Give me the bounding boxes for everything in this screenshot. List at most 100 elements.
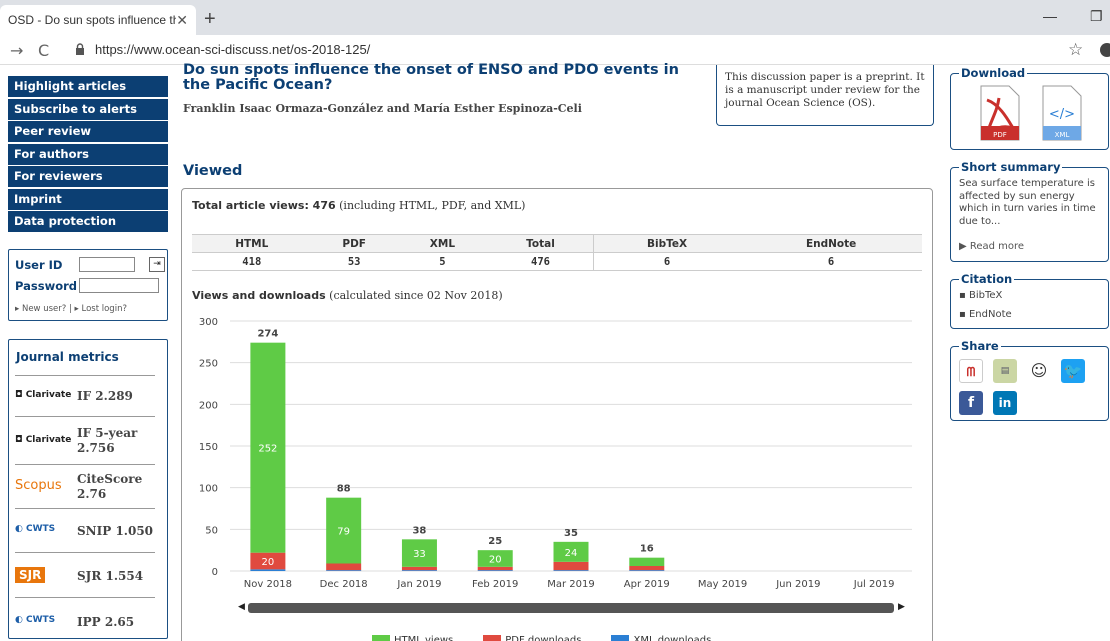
legend-swatch <box>483 635 502 641</box>
bar-inner-label: 79 <box>337 527 350 538</box>
total-views-label: Total article views: 476 <box>192 199 336 212</box>
bar-xml-downloads <box>553 570 589 571</box>
paper-authors: Franklin Isaac Ormaza-González and María… <box>183 102 582 115</box>
x-tick-label: Dec 2018 <box>320 579 368 590</box>
metric-ipp[interactable]: IPP 2.65 <box>77 615 134 630</box>
journal-metrics-box: Journal metrics ◘ Clarivate IF 2.289 ◘ C… <box>8 339 168 639</box>
metric-sjr[interactable]: SJR 1.554 <box>77 569 143 584</box>
citation-endnote-label: EndNote <box>968 309 1012 320</box>
bar-inner-label: 24 <box>565 548 578 559</box>
bar-inner-label: 20 <box>489 555 502 566</box>
sidebar-item-peer-review[interactable]: Peer review <box>8 121 168 142</box>
login-submit-icon[interactable]: ⇥ <box>149 257 165 272</box>
clarivate-logo: ◘ Clarivate <box>15 435 72 445</box>
minimize-icon[interactable]: — <box>1043 8 1057 24</box>
legend-label: PDF downloads <box>505 635 582 641</box>
short-summary-text: Sea surface temperature is affected by s… <box>959 178 1096 227</box>
user-id-label: User ID <box>15 258 63 272</box>
x-tick-label: Nov 2018 <box>244 579 292 590</box>
read-more-link[interactable]: ▶ Read more <box>959 241 1024 254</box>
scroll-right-icon[interactable]: ▶ <box>898 602 905 612</box>
y-tick-label: 150 <box>199 442 218 453</box>
legend-swatch <box>611 635 630 641</box>
reddit-icon[interactable]: ☺ <box>1027 359 1051 383</box>
sjr-logo: SJR <box>15 567 46 583</box>
bar-xml-downloads <box>629 570 665 571</box>
new-tab-icon[interactable]: + <box>204 8 216 31</box>
metric-citescore[interactable]: CiteScore 2.76 <box>77 472 149 502</box>
back-arrow-icon[interactable]: → <box>10 41 23 60</box>
close-icon[interactable]: ✕ <box>176 12 188 29</box>
viewed-panel: Total article views: 476 (including HTML… <box>181 188 933 641</box>
facebook-icon[interactable]: f <box>959 391 983 415</box>
reload-icon[interactable]: C <box>38 41 49 60</box>
sidebar-item-data-protection[interactable]: Data protection <box>8 211 168 232</box>
url-field[interactable]: https://www.ocean-sci-discuss.net/os-201… <box>95 42 370 57</box>
bar-pdf-downloads <box>477 566 513 571</box>
metric-if[interactable]: IF 2.289 <box>77 389 133 404</box>
short-summary-title: Short summary <box>959 160 1063 174</box>
chart-legend: HTML views PDF downloads XML downloads <box>372 635 752 641</box>
y-tick-label: 250 <box>199 359 218 370</box>
mendeley-icon[interactable]: ᗰ <box>959 359 983 383</box>
citation-title: Citation <box>959 272 1015 286</box>
browser-tab[interactable]: OSD - Do sun spots influence the ✕ <box>0 5 196 35</box>
password-label: Password <box>15 279 77 293</box>
total-views-suffix: (including HTML, PDF, and XML) <box>339 199 526 212</box>
browser-tabbar: OSD - Do sun spots influence the ✕ + — ❐ <box>0 0 1110 35</box>
sidebar-item-for-reviewers[interactable]: For reviewers <box>8 166 168 187</box>
table-header: EndNote <box>740 234 922 253</box>
legend-item[interactable]: HTML views <box>372 635 453 641</box>
bar-total-label: 38 <box>412 525 426 536</box>
x-tick-label: May 2019 <box>698 579 747 590</box>
sidebar-menu: Highlight articles Subscribe to alerts P… <box>8 76 168 234</box>
citation-endnote[interactable]: ▪ EndNote <box>959 309 1012 322</box>
bar-xml-downloads <box>250 569 286 571</box>
short-summary-box: Short summary Sea surface temperature is… <box>950 160 1109 262</box>
xml-file-icon[interactable]: </> XML <box>1039 84 1085 142</box>
table-cell-html: 418 <box>192 252 312 271</box>
citeulike-icon[interactable]: ▤ <box>993 359 1017 383</box>
preprint-note: This discussion paper is a preprint. It … <box>716 65 934 126</box>
bookmark-star-icon[interactable]: ☆ <box>1068 40 1083 60</box>
bar-xml-downloads <box>401 570 437 571</box>
legend-label: XML downloads <box>633 635 712 641</box>
twitter-icon[interactable]: 🐦 <box>1061 359 1085 383</box>
sidebar-item-for-authors[interactable]: For authors <box>8 143 168 165</box>
address-bar: → C https://www.ocean-sci-discuss.net/os… <box>0 35 1110 65</box>
login-links[interactable]: ▸ New user? | ▸ Lost login? <box>15 304 127 314</box>
profile-avatar[interactable] <box>1100 43 1110 57</box>
metric-if-5-year[interactable]: IF 5-year 2.756 <box>77 426 149 456</box>
download-box: Download PDF </> XML <box>950 66 1109 150</box>
pdf-file-icon[interactable]: PDF <box>977 84 1023 142</box>
sidebar-item-imprint[interactable]: Imprint <box>8 188 168 210</box>
svg-text:</>: </> <box>1049 107 1075 122</box>
scroll-left-icon[interactable]: ◀ <box>238 602 245 612</box>
citation-bibtex[interactable]: ▪ BibTeX <box>959 290 1002 303</box>
sidebar-item-highlight-articles[interactable]: Highlight articles <box>8 76 168 97</box>
share-box: Share ᗰ ▤ ☺ 🐦 f in <box>950 339 1109 421</box>
pdf-file-label: PDF <box>993 131 1007 139</box>
x-tick-label: Jul 2019 <box>853 579 895 590</box>
table-cell-pdf: 53 <box>311 252 397 271</box>
citation-box: Citation ▪ BibTeX ▪ EndNote <box>950 272 1109 329</box>
linkedin-icon[interactable]: in <box>993 391 1017 415</box>
views-caption: Views and downloads (calculated since 02… <box>192 289 503 302</box>
scroll-thumb[interactable] <box>248 603 894 613</box>
bar-inner-label: 33 <box>413 549 426 560</box>
legend-item[interactable]: PDF downloads <box>483 635 581 641</box>
table-cell-total: 476 <box>488 252 594 271</box>
x-tick-label: Jun 2019 <box>775 579 820 590</box>
metric-snip[interactable]: SNIP 1.050 <box>77 524 153 539</box>
legend-item[interactable]: XML downloads <box>611 635 711 641</box>
y-tick-label: 200 <box>199 400 218 411</box>
user-id-input[interactable] <box>79 257 135 272</box>
chart-scrollbar[interactable]: ◀ ▶ <box>238 601 906 613</box>
journal-metrics-title: Journal metrics <box>16 350 119 364</box>
scopus-logo: Scopus <box>15 478 62 493</box>
views-caption-rest: (calculated since 02 Nov 2018) <box>329 289 503 302</box>
y-tick-label: 50 <box>205 525 218 536</box>
password-input[interactable] <box>79 278 159 293</box>
sidebar-item-subscribe[interactable]: Subscribe to alerts <box>8 98 168 120</box>
restore-icon[interactable]: ❐ <box>1090 8 1103 25</box>
